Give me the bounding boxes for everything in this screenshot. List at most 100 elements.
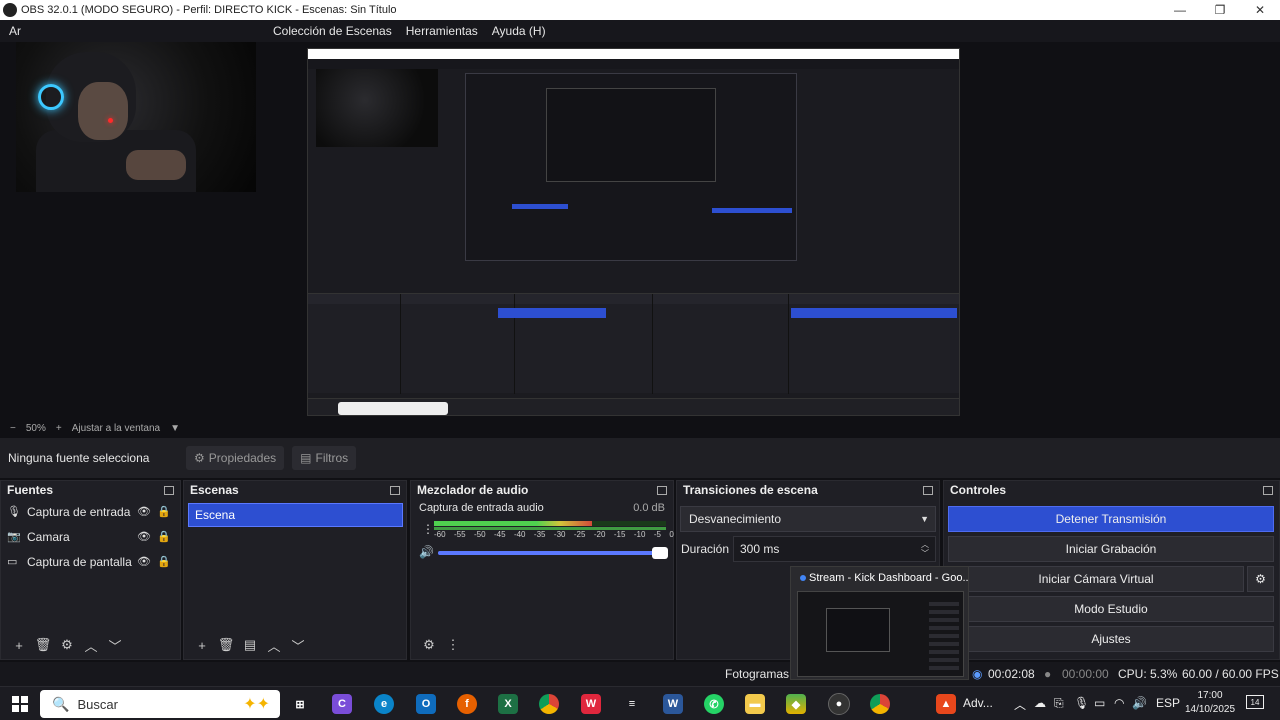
add-icon[interactable]: + [7,638,31,653]
volume-tray-icon[interactable]: 🔊 [1132,696,1147,710]
filter-icon[interactable]: ▤ [238,637,262,653]
trash-icon[interactable]: 🗑 [214,637,238,653]
mixer-footer: ⚙ ⋮ [411,631,673,659]
more-icon[interactable]: ⋮ [441,637,465,653]
scene-item[interactable]: Escena [188,503,403,527]
edge-icon[interactable]: e [374,694,394,714]
fit-window-label[interactable]: Ajustar a la ventana [72,423,160,434]
excel-icon[interactable]: X [498,694,518,714]
firefox-icon[interactable]: f [457,694,477,714]
stop-streaming-button[interactable]: Detener Transmisión [948,506,1274,532]
preview-canvas[interactable] [0,42,1280,418]
wifi-icon[interactable]: ◠ [1114,696,1124,710]
maximize-button[interactable]: ❐ [1200,3,1240,17]
zoom-out-button[interactable]: − [10,423,16,434]
lock-icon[interactable]: 🔒 [154,555,174,568]
stack-app-icon[interactable]: ◆ [786,694,806,714]
chrome-icon[interactable] [539,694,559,714]
volume-slider-handle[interactable] [652,547,668,559]
obs-window: OBS 32.0.1 (MODO SEGURO) - Perfil: DIREC… [0,0,1280,720]
duration-input[interactable]: 300 ms ︿ ﹀ [733,536,936,562]
menu-coleccion-escenas[interactable]: Colección de Escenas [266,24,399,38]
fps-value: 60.00 / 60.00 FPS [1182,667,1279,681]
obs-icon[interactable]: ● [828,693,850,715]
word-icon[interactable]: W [663,694,683,714]
menu-herramientas[interactable]: Herramientas [399,24,485,38]
close-button[interactable]: ✕ [1240,3,1280,17]
menu-archivo[interactable]: Ar [2,24,28,38]
source-item-audio[interactable]: 🎙 Captura de entrada de audio 👁 🔒 [1,499,180,524]
settings-button[interactable]: Ajustes [948,626,1274,652]
chevron-down-icon[interactable]: ﹀ [103,636,127,655]
undock-icon[interactable] [164,485,174,495]
source-item-camera[interactable]: 📷 Camara 👁 🔒 [1,524,180,549]
minimize-button[interactable]: — [1160,3,1200,17]
outlook-icon[interactable]: O [416,694,436,714]
capture-docks [308,293,959,394]
chrome-icon [797,572,806,584]
meter-ticks: -60 -55 -50 -45 -40 -35 -30 -25 -20 -15 -10 -5 0 [434,530,674,539]
eye-icon[interactable]: 👁 [134,505,154,518]
cloud-off-icon[interactable]: ☁ [1034,696,1046,710]
zoom-in-button[interactable]: + [56,423,62,434]
mic-tray-icon[interactable]: 🎙 [1074,696,1089,710]
chevron-up-icon[interactable]: ︿ [1014,696,1026,713]
lock-icon[interactable]: 🔒 [154,505,174,518]
chevron-up-icon[interactable]: ︿ [79,636,103,655]
zoom-dropdown-icon[interactable]: ▼ [170,423,180,434]
eye-icon[interactable]: 👁 [134,530,154,543]
meter-tick-label: -5 [653,530,661,539]
undock-icon[interactable] [923,485,933,495]
trash-icon[interactable]: 🗑 [31,637,55,653]
lock-icon[interactable]: 🔒 [154,530,174,543]
eye-icon[interactable]: 👁 [134,555,154,568]
battery-icon[interactable]: ▭ [1094,696,1105,710]
webcam-feed [16,42,256,192]
undock-icon[interactable] [1263,485,1273,495]
transition-select[interactable]: Desvanecimiento ▼ [680,506,936,532]
advanced-audio-icon[interactable]: ⚙ [417,637,441,653]
gear-icon[interactable]: ⚙ [55,637,79,653]
filters-button[interactable]: ▤ Filtros [292,446,357,470]
menu-ayuda[interactable]: Ayuda (H) [485,24,553,38]
popup-thumbnail[interactable] [797,591,964,677]
undock-icon[interactable] [390,485,400,495]
chevron-down-icon[interactable]: ﹀ [286,636,310,655]
chrome-kick-icon[interactable] [870,694,890,714]
wps-icon[interactable]: W [581,694,601,714]
capture-dock-mixer [515,294,653,394]
task-view-icon[interactable]: ⊞ [290,694,310,714]
start-virtual-camera-button[interactable]: Iniciar Cámara Virtual [948,566,1244,592]
speaker-icon[interactable]: 🔊 [419,545,434,559]
copilot-icon[interactable]: C [332,694,352,714]
volume-slider[interactable] [438,547,668,559]
duration-stepper[interactable]: ︿ ﹀ [921,540,929,558]
add-icon[interactable]: + [190,638,214,653]
virtual-camera-settings-button[interactable]: ⚙ [1247,566,1274,592]
chevron-up-icon[interactable]: ︿ [262,636,286,655]
windows-start-icon[interactable] [12,696,28,712]
capture-nested-obs [465,73,797,261]
language-label[interactable]: ESP [1156,696,1180,710]
file-explorer-icon[interactable]: ▬ [745,694,765,714]
taskbar-clock[interactable]: 17:00 14/10/2025 [1182,689,1238,717]
properties-button[interactable]: ⚙ Propiedades [186,446,285,470]
screen-capture-source [307,48,960,416]
lines-app-icon[interactable]: ≡ [622,694,642,714]
channel-menu-icon[interactable]: ⋮ [422,522,434,536]
source-item-screen[interactable]: ▭ Captura de pantalla 👁 🔒 [1,549,180,574]
usb-icon[interactable]: ⎘ [1054,696,1064,711]
warning-icon[interactable]: ▲ [936,694,956,714]
adv-label[interactable]: Adv... [963,696,993,710]
start-recording-button[interactable]: Iniciar Grabación [948,536,1274,562]
undock-icon[interactable] [657,485,667,495]
properties-label: Propiedades [208,451,277,465]
sparkle-icon: ✦✦ [243,696,270,713]
taskbar-search[interactable]: 🔍 Buscar ✦✦ [40,690,280,718]
taskbar-thumbnail-popup[interactable]: Stream - Kick Dashboard - Goo... [790,566,969,680]
studio-mode-button[interactable]: Modo Estudio [948,596,1274,622]
whatsapp-icon[interactable]: ✆ [704,694,724,714]
notification-icon[interactable]: 14 [1246,695,1264,709]
capture-dock-scenes [401,294,606,394]
filter-icon: ▤ [300,451,312,465]
